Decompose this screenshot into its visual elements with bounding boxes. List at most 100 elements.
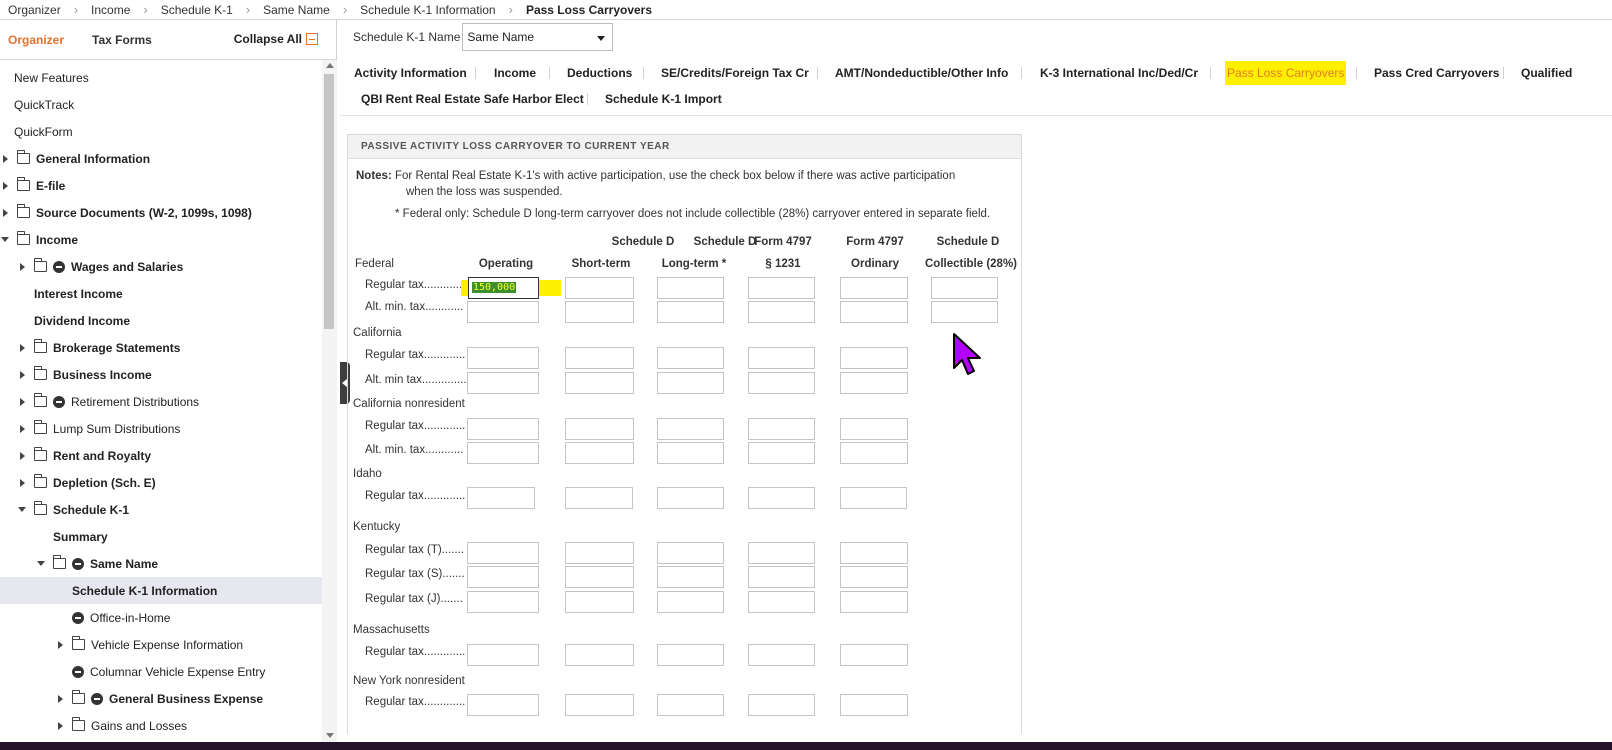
breadcrumb-same-name[interactable]: Same Name bbox=[263, 3, 330, 17]
expand-icon[interactable] bbox=[55, 721, 65, 731]
id-regular-short-term-input[interactable] bbox=[565, 487, 633, 509]
ca-amt-operating-input[interactable] bbox=[467, 372, 539, 394]
tab-qualified[interactable]: Qualified bbox=[1521, 61, 1572, 85]
nynr-regular-ordinary-input[interactable] bbox=[840, 694, 908, 716]
tree-item-general-business-expense[interactable]: General Business Expense bbox=[55, 685, 263, 712]
federal-regular-operating-input[interactable]: 150,000 bbox=[468, 277, 539, 299]
tree-item-quickform[interactable]: QuickForm bbox=[14, 118, 73, 145]
tree-item-quicktrack[interactable]: QuickTrack bbox=[14, 91, 74, 118]
federal-amt-collectible-input[interactable] bbox=[931, 301, 998, 323]
collapse-all-button[interactable]: Collapse All bbox=[234, 32, 318, 46]
nynr-regular-short-term-input[interactable] bbox=[565, 694, 634, 716]
ca-regular-operating-input[interactable] bbox=[467, 347, 539, 369]
federal-amt-ordinary-input[interactable] bbox=[840, 301, 908, 323]
ca-amt-ordinary-input[interactable] bbox=[840, 372, 908, 394]
id-regular-ordinary-input[interactable] bbox=[840, 487, 907, 509]
tab-pass-loss-carryovers[interactable]: Pass Loss Carryovers bbox=[1225, 61, 1347, 85]
scroll-down-icon[interactable] bbox=[326, 733, 334, 738]
expand-icon[interactable] bbox=[17, 343, 27, 353]
tree-item-office-in-home[interactable]: Office-in-Home bbox=[72, 604, 170, 631]
ky-t-operating-input[interactable] bbox=[467, 542, 539, 564]
tree-item-depletion[interactable]: Depletion (Sch. E) bbox=[17, 469, 156, 496]
tree-item-source-documents[interactable]: Source Documents (W-2, 1099s, 1098) bbox=[0, 199, 252, 226]
tree-item-brokerage-statements[interactable]: Brokerage Statements bbox=[17, 334, 180, 361]
nynr-regular-long-term-input[interactable] bbox=[657, 694, 724, 716]
tree-item-schedule-k1[interactable]: Schedule K-1 bbox=[17, 496, 129, 523]
tree-item-income[interactable]: Income bbox=[0, 226, 78, 253]
collapse-icon[interactable] bbox=[0, 235, 10, 245]
expand-icon[interactable] bbox=[17, 370, 27, 380]
tab-k3-international[interactable]: K-3 International Inc/Ded/Cr bbox=[1040, 61, 1198, 85]
breadcrumb-k1-information[interactable]: Schedule K-1 Information bbox=[360, 3, 495, 17]
id-regular-long-term-input[interactable] bbox=[657, 487, 724, 509]
tree-item-vehicle-expense-information[interactable]: Vehicle Expense Information bbox=[55, 631, 243, 658]
canr-regular-long-term-input[interactable] bbox=[657, 418, 724, 440]
canr-amt-short-term-input[interactable] bbox=[565, 442, 634, 464]
nynr-regular-1231-input[interactable] bbox=[748, 694, 815, 716]
federal-regular-ordinary-input[interactable] bbox=[840, 277, 908, 299]
tree-item-same-name[interactable]: Same Name bbox=[36, 550, 158, 577]
collapse-icon[interactable] bbox=[36, 559, 46, 569]
expand-icon[interactable] bbox=[17, 262, 27, 272]
ca-regular-long-term-input[interactable] bbox=[657, 347, 724, 369]
ca-amt-1231-input[interactable] bbox=[748, 372, 815, 394]
tree-item-lump-sum-distributions[interactable]: Lump Sum Distributions bbox=[17, 415, 180, 442]
canr-regular-operating-input[interactable] bbox=[467, 418, 539, 440]
ky-t-ordinary-input[interactable] bbox=[840, 542, 908, 564]
ma-regular-ordinary-input[interactable] bbox=[840, 644, 908, 666]
tree-item-e-file[interactable]: E-file bbox=[0, 172, 65, 199]
scroll-up-icon[interactable] bbox=[326, 63, 334, 68]
ma-regular-short-term-input[interactable] bbox=[565, 644, 634, 666]
ky-s-operating-input[interactable] bbox=[467, 566, 539, 588]
collapse-icon[interactable] bbox=[17, 505, 27, 515]
federal-amt-short-term-input[interactable] bbox=[565, 301, 634, 323]
canr-amt-operating-input[interactable] bbox=[467, 442, 539, 464]
tab-schedule-k1-import[interactable]: Schedule K-1 Import bbox=[605, 87, 722, 111]
ky-j-1231-input[interactable] bbox=[748, 591, 815, 613]
ca-amt-short-term-input[interactable] bbox=[565, 372, 634, 394]
expand-icon[interactable] bbox=[17, 424, 27, 434]
id-regular-1231-input[interactable] bbox=[748, 487, 815, 509]
ca-regular-1231-input[interactable] bbox=[748, 347, 815, 369]
ky-s-short-term-input[interactable] bbox=[565, 566, 634, 588]
expand-icon[interactable] bbox=[17, 451, 27, 461]
ky-j-short-term-input[interactable] bbox=[565, 591, 634, 613]
tree-item-columnar-vehicle-expense[interactable]: Columnar Vehicle Expense Entry bbox=[72, 658, 265, 685]
expand-icon[interactable] bbox=[55, 694, 65, 704]
tree-item-schedule-k1-information[interactable]: Schedule K-1 Information bbox=[0, 577, 322, 604]
tree-item-wages-and-salaries[interactable]: Wages and Salaries bbox=[17, 253, 183, 280]
canr-regular-ordinary-input[interactable] bbox=[840, 418, 908, 440]
ma-regular-long-term-input[interactable] bbox=[657, 644, 724, 666]
expand-icon[interactable] bbox=[17, 397, 27, 407]
tree-item-business-income[interactable]: Business Income bbox=[17, 361, 152, 388]
federal-regular-collectible-input[interactable] bbox=[931, 277, 998, 299]
tab-amt-nondeductible[interactable]: AMT/Nondeductible/Other Info bbox=[835, 61, 1008, 85]
ky-s-1231-input[interactable] bbox=[748, 566, 815, 588]
ky-t-long-term-input[interactable] bbox=[657, 542, 724, 564]
tab-tax-forms[interactable]: Tax Forms bbox=[92, 33, 152, 47]
federal-amt-1231-input[interactable] bbox=[748, 301, 815, 323]
ky-t-short-term-input[interactable] bbox=[565, 542, 634, 564]
ca-regular-ordinary-input[interactable] bbox=[840, 347, 908, 369]
federal-regular-long-term-input[interactable] bbox=[657, 277, 724, 299]
canr-amt-long-term-input[interactable] bbox=[657, 442, 724, 464]
tab-pass-cred-carryovers[interactable]: Pass Cred Carryovers bbox=[1374, 61, 1499, 85]
expand-icon[interactable] bbox=[0, 208, 10, 218]
ky-j-long-term-input[interactable] bbox=[657, 591, 724, 613]
tab-income[interactable]: Income bbox=[494, 61, 536, 85]
k1-name-select[interactable]: Same Name bbox=[462, 23, 614, 51]
ca-regular-short-term-input[interactable] bbox=[565, 347, 634, 369]
expand-icon[interactable] bbox=[0, 181, 10, 191]
ma-regular-1231-input[interactable] bbox=[748, 644, 815, 666]
expand-icon[interactable] bbox=[17, 478, 27, 488]
ca-amt-long-term-input[interactable] bbox=[657, 372, 724, 394]
tab-deductions[interactable]: Deductions bbox=[567, 61, 632, 85]
ky-j-operating-input[interactable] bbox=[467, 591, 539, 613]
federal-amt-operating-input[interactable] bbox=[467, 301, 539, 323]
federal-regular-short-term-input[interactable] bbox=[565, 277, 634, 299]
ky-s-long-term-input[interactable] bbox=[657, 566, 724, 588]
expand-icon[interactable] bbox=[0, 154, 10, 164]
nynr-regular-operating-input[interactable] bbox=[467, 694, 539, 716]
federal-amt-long-term-input[interactable] bbox=[657, 301, 724, 323]
canr-regular-short-term-input[interactable] bbox=[565, 418, 634, 440]
